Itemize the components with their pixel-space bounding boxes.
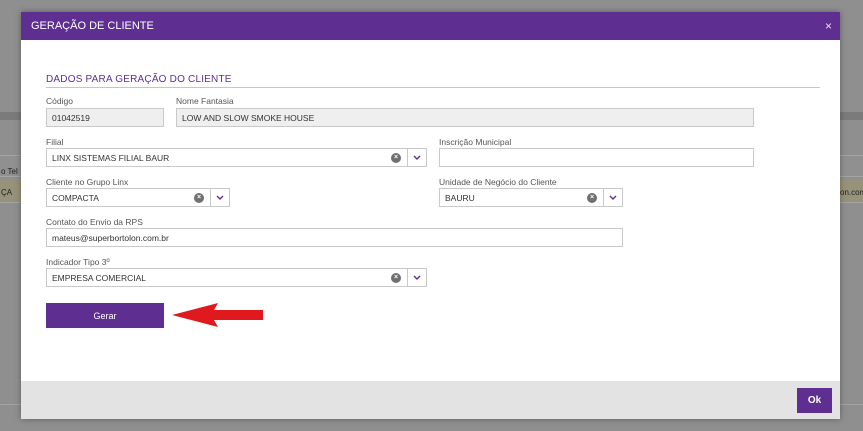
unidade-negocio-label: Unidade de Negócio do Cliente (439, 177, 557, 187)
filial-select[interactable]: LINX SISTEMAS FILIAL BAUR × (46, 148, 427, 167)
unidade-negocio-select[interactable]: BAURU × (439, 188, 623, 207)
gerar-button[interactable]: Gerar (46, 303, 164, 328)
filial-value: LINX SISTEMAS FILIAL BAUR (52, 152, 170, 163)
codigo-label: Código (46, 96, 73, 106)
chevron-down-icon[interactable] (210, 189, 229, 206)
inscricao-municipal-field[interactable] (439, 148, 754, 167)
codigo-field[interactable]: 01042519 (46, 108, 164, 127)
contato-rps-value: mateus@superbortolon.com.br (52, 232, 169, 243)
nome-fantasia-field[interactable]: LOW AND SLOW SMOKE HOUSE (176, 108, 754, 127)
modal-footer: Ok (21, 381, 840, 419)
codigo-value: 01042519 (52, 112, 90, 123)
nome-fantasia-value: LOW AND SLOW SMOKE HOUSE (182, 112, 315, 123)
background-cell-text: o Tel (1, 167, 18, 176)
nome-fantasia-label: Nome Fantasia (176, 96, 234, 106)
contato-rps-field[interactable]: mateus@superbortolon.com.br (46, 228, 623, 247)
red-arrow-icon (172, 303, 263, 327)
section-title: DADOS PARA GERAÇÃO DO CLIENTE (46, 74, 232, 85)
background-cell-text: ÇA (1, 188, 13, 197)
gerar-cliente-modal: GERAÇÃO DE CLIENTE × DADOS PARA GERAÇÃO … (21, 12, 840, 419)
clear-icon[interactable]: × (194, 192, 204, 203)
cliente-grupo-linx-select[interactable]: COMPACTA × (46, 188, 230, 207)
ok-button[interactable]: Ok (797, 388, 832, 413)
inscricao-municipal-label: Inscrição Municipal (439, 137, 512, 147)
cliente-grupo-linx-value: COMPACTA (52, 192, 99, 203)
unidade-negocio-value: BAURU (445, 192, 475, 203)
indicador-tipo-value: EMPRESA COMERCIAL (52, 272, 146, 283)
modal-title: GERAÇÃO DE CLIENTE (31, 20, 154, 32)
chevron-down-icon[interactable] (407, 149, 426, 166)
chevron-down-icon[interactable] (407, 269, 426, 286)
close-icon[interactable]: × (825, 20, 832, 32)
background-cell-text: on.com (840, 188, 863, 197)
cliente-grupo-linx-label: Cliente no Grupo Linx (46, 177, 129, 187)
contato-rps-label: Contato do Envio da RPS (46, 217, 143, 227)
clear-icon[interactable]: × (391, 152, 401, 163)
clear-icon[interactable]: × (587, 192, 597, 203)
modal-header: GERAÇÃO DE CLIENTE × (21, 12, 840, 40)
filial-label: Filial (46, 137, 64, 147)
clear-icon[interactable]: × (391, 272, 401, 283)
indicador-tipo-select[interactable]: EMPRESA COMERCIAL × (46, 268, 427, 287)
indicador-tipo-label: Indicador Tipo 3º (46, 257, 110, 267)
chevron-down-icon[interactable] (603, 189, 622, 206)
section-divider (46, 87, 820, 88)
